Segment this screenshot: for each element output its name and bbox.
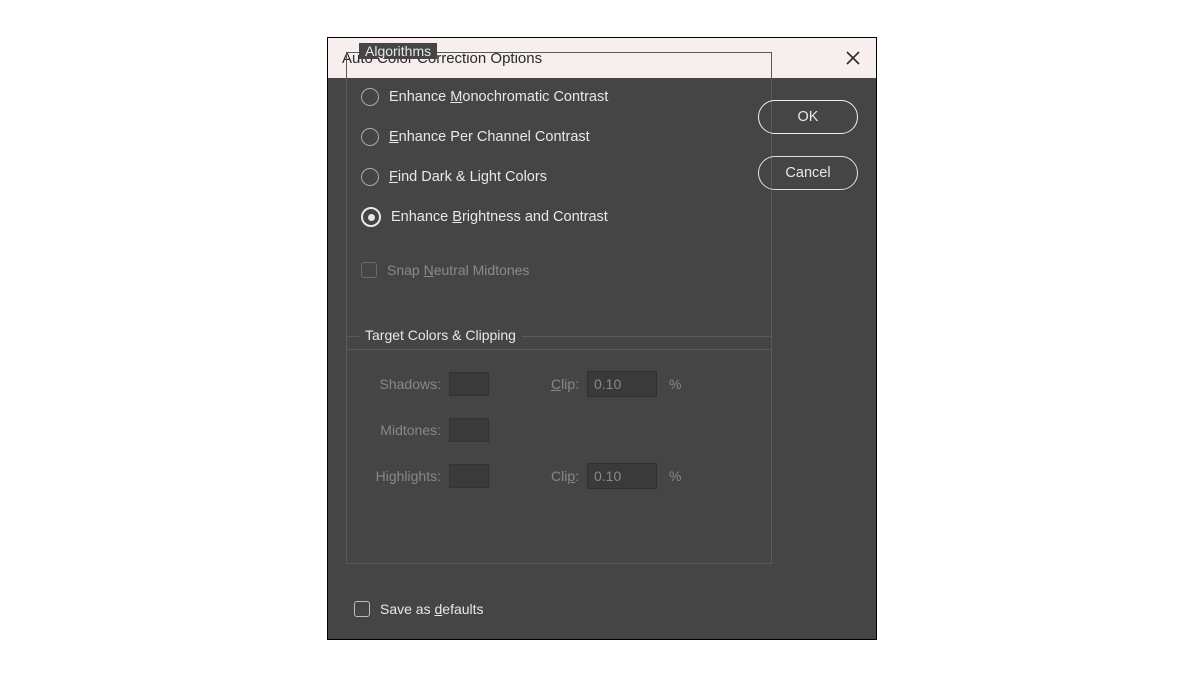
checkbox-save-as-defaults[interactable]: Save as defaults [354, 601, 484, 617]
row-highlights: Highlights: Clip: 0.10 % [361, 453, 757, 499]
unit-percent: % [669, 376, 687, 392]
label-highlights: Highlights: [361, 468, 441, 484]
checkbox-icon [354, 601, 370, 617]
ok-button[interactable]: OK [758, 100, 858, 134]
swatch-highlights [449, 464, 489, 488]
radio-enhance-monochromatic[interactable]: Enhance Monochromatic Contrast [361, 77, 757, 117]
radio-label: Enhance Monochromatic Contrast [389, 89, 608, 105]
radio-icon [361, 128, 379, 146]
swatch-shadows [449, 372, 489, 396]
label-shadows: Shadows: [361, 376, 441, 392]
row-shadows: Shadows: Clip: 0.10 % [361, 361, 757, 407]
targets-legend: Target Colors & Clipping [359, 327, 522, 343]
radio-label: Enhance Per Channel Contrast [389, 129, 590, 145]
radio-enhance-brightness-contrast[interactable]: Enhance Brightness and Contrast [361, 197, 757, 237]
checkbox-icon [361, 262, 377, 278]
cancel-button[interactable]: Cancel [758, 156, 858, 190]
close-button[interactable] [838, 43, 868, 73]
radio-label: Enhance Brightness and Contrast [391, 209, 608, 225]
dialog-buttons: OK Cancel [758, 100, 858, 190]
label-clip-highlights: Clip: [543, 468, 579, 484]
radio-enhance-per-channel[interactable]: Enhance Per Channel Contrast [361, 117, 757, 157]
checkbox-snap-neutral-midtones: Snap Neutral Midtones [361, 251, 757, 289]
row-midtones: Midtones: [361, 407, 757, 453]
radio-icon [361, 207, 381, 227]
input-clip-shadows: 0.10 [587, 371, 657, 397]
radio-label: Find Dark & Light Colors [389, 169, 547, 185]
radio-icon [361, 168, 379, 186]
radio-icon [361, 88, 379, 106]
close-icon [846, 51, 860, 65]
swatch-midtones [449, 418, 489, 442]
label-clip-shadows: Clip: [543, 376, 579, 392]
checkbox-label: Save as defaults [380, 601, 484, 617]
algorithms-group: Algorithms Enhance Monochromatic Contras… [346, 52, 772, 350]
target-colors-group: Target Colors & Clipping Shadows: Clip: … [346, 336, 772, 564]
radio-find-dark-light[interactable]: Find Dark & Light Colors [361, 157, 757, 197]
unit-percent: % [669, 468, 687, 484]
input-clip-highlights: 0.10 [587, 463, 657, 489]
label-midtones: Midtones: [361, 422, 441, 438]
algorithms-legend: Algorithms [359, 43, 437, 59]
auto-color-correction-dialog: Auto Color Correction Options Algorithms… [328, 38, 876, 639]
checkbox-label: Snap Neutral Midtones [387, 262, 529, 278]
